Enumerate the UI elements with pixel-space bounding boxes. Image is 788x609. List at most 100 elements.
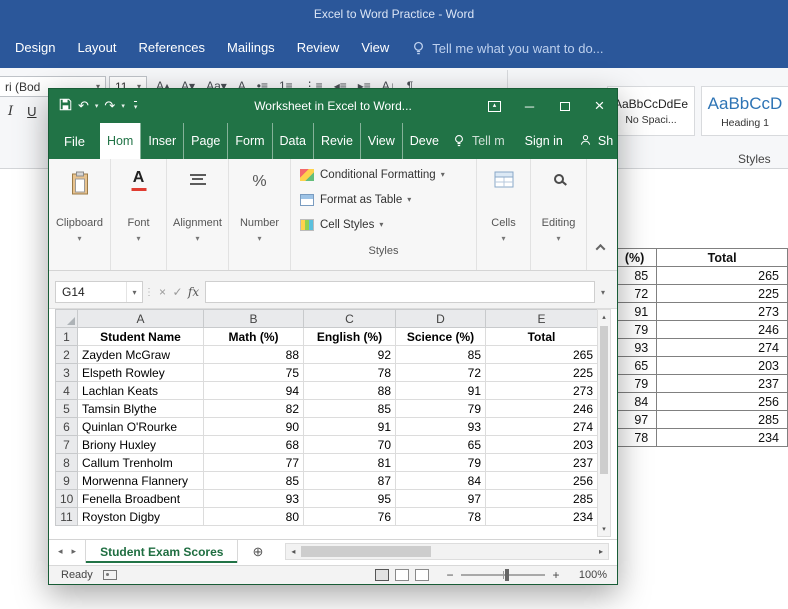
cell-B2[interactable]: 88	[204, 346, 304, 364]
zoom-slider[interactable]	[461, 574, 545, 576]
name-box-caret-icon[interactable]: ▾	[126, 282, 142, 302]
cell-C10[interactable]: 95	[304, 490, 396, 508]
cell-D10[interactable]: 97	[396, 490, 486, 508]
sheet-next-icon[interactable]: ▸	[72, 546, 77, 557]
number-group-icon[interactable]: %	[252, 173, 266, 191]
style-tile-heading-1[interactable]: AaBbCcDHeading 1	[701, 86, 788, 136]
cell-E2[interactable]: 265	[486, 346, 598, 364]
cells-caret-icon[interactable]: ▾	[477, 234, 530, 243]
cell-E6[interactable]: 274	[486, 418, 598, 436]
cell-C5[interactable]: 85	[304, 400, 396, 418]
cell-C1[interactable]: English (%)	[304, 328, 396, 346]
formula-input[interactable]	[205, 281, 595, 303]
number-caret-icon[interactable]: ▾	[229, 234, 290, 243]
excel-cell-styles-button[interactable]: Cell Styles▾	[295, 212, 472, 237]
word-doc-table[interactable]: (%)Total85265722259127379246932746520379…	[612, 248, 788, 447]
column-header-e[interactable]: E	[486, 310, 598, 328]
excel-conditional-formatting-button[interactable]: Conditional Formatting▾	[295, 162, 472, 187]
undo-caret-icon[interactable]: ▾	[95, 102, 99, 110]
underline-button[interactable]: U	[27, 104, 36, 119]
cells-group-icon[interactable]	[494, 171, 514, 193]
name-box[interactable]: G14 ▾	[55, 281, 143, 303]
cell-A2[interactable]: Zayden McGraw	[78, 346, 204, 364]
excel-tell-me[interactable]: Tell m	[472, 134, 505, 148]
sheet-tab-student-exam-scores[interactable]: Student Exam Scores	[85, 540, 238, 563]
cell-E9[interactable]: 256	[486, 472, 598, 490]
undo-icon[interactable]: ↶	[78, 98, 89, 114]
cell-D4[interactable]: 91	[396, 382, 486, 400]
excel-title-bar[interactable]: ↶ ▾ ↷ ▾ ▾ Worksheet in Excel to Word... …	[49, 89, 617, 123]
word-tell-me[interactable]: Tell me what you want to do...	[412, 41, 603, 56]
close-button[interactable]: ×	[582, 89, 617, 123]
cell-A3[interactable]: Elspeth Rowley	[78, 364, 204, 382]
clipboard-caret-icon[interactable]: ▾	[49, 234, 110, 243]
row-header-6[interactable]: 6	[56, 418, 78, 436]
excel-tab-hom[interactable]: Hom	[100, 123, 140, 159]
cell-D7[interactable]: 65	[396, 436, 486, 454]
alignment-group-icon[interactable]	[190, 171, 206, 185]
cell-C6[interactable]: 91	[304, 418, 396, 436]
cell-B5[interactable]: 82	[204, 400, 304, 418]
italic-button[interactable]: I	[8, 104, 13, 119]
view-page-layout-button[interactable]	[395, 569, 409, 581]
view-page-break-button[interactable]	[415, 569, 429, 581]
zoom-level-label[interactable]: 100%	[569, 569, 607, 581]
row-header-1[interactable]: 1	[56, 328, 78, 346]
column-header-b[interactable]: B	[204, 310, 304, 328]
scroll-left-icon[interactable]: ◂	[286, 547, 300, 556]
cell-B3[interactable]: 75	[204, 364, 304, 382]
cell-A9[interactable]: Morwenna Flannery	[78, 472, 204, 490]
cell-E7[interactable]: 203	[486, 436, 598, 454]
scroll-right-icon[interactable]: ▸	[594, 547, 608, 556]
cell-C7[interactable]: 70	[304, 436, 396, 454]
cell-B10[interactable]: 93	[204, 490, 304, 508]
save-icon[interactable]	[59, 98, 72, 114]
cell-E10[interactable]: 285	[486, 490, 598, 508]
customize-qat-icon[interactable]: ▾	[134, 101, 138, 111]
cell-E1[interactable]: Total	[486, 328, 598, 346]
editing-caret-icon[interactable]: ▾	[531, 234, 586, 243]
zoom-slider-thumb[interactable]	[505, 569, 509, 581]
cell-E5[interactable]: 246	[486, 400, 598, 418]
enter-check-icon[interactable]: ✓	[170, 285, 185, 299]
horizontal-scroll-thumb[interactable]	[301, 546, 431, 557]
excel-tab-view[interactable]: View	[360, 123, 402, 159]
cell-D6[interactable]: 93	[396, 418, 486, 436]
column-header-c[interactable]: C	[304, 310, 396, 328]
cell-B1[interactable]: Math (%)	[204, 328, 304, 346]
column-header-a[interactable]: A	[78, 310, 204, 328]
cell-A8[interactable]: Callum Trenholm	[78, 454, 204, 472]
cell-D5[interactable]: 79	[396, 400, 486, 418]
font-group-icon[interactable]: A	[131, 169, 146, 191]
cell-D11[interactable]: 78	[396, 508, 486, 526]
cell-D9[interactable]: 84	[396, 472, 486, 490]
row-header-3[interactable]: 3	[56, 364, 78, 382]
cell-B6[interactable]: 90	[204, 418, 304, 436]
cancel-icon[interactable]: ×	[155, 285, 170, 299]
alignment-caret-icon[interactable]: ▾	[167, 234, 228, 243]
excel-format-as-table-button[interactable]: Format as Table▾	[295, 187, 472, 212]
excel-tab-page[interactable]: Page	[183, 123, 227, 159]
cell-B4[interactable]: 94	[204, 382, 304, 400]
horizontal-scrollbar[interactable]: ◂ ▸	[285, 543, 609, 560]
cell-D1[interactable]: Science (%)	[396, 328, 486, 346]
word-tab-review[interactable]: Review	[286, 28, 351, 68]
cell-A11[interactable]: Royston Digby	[78, 508, 204, 526]
cell-B9[interactable]: 85	[204, 472, 304, 490]
cell-B8[interactable]: 77	[204, 454, 304, 472]
word-tab-references[interactable]: References	[128, 28, 216, 68]
insert-function-icon[interactable]: fx	[185, 285, 202, 299]
vertical-scroll-thumb[interactable]	[600, 326, 608, 474]
cell-D3[interactable]: 72	[396, 364, 486, 382]
style-tile-no-spaci[interactable]: AaBbCcDdEeNo Spaci...	[607, 86, 695, 136]
cell-C11[interactable]: 76	[304, 508, 396, 526]
cell-A5[interactable]: Tamsin Blythe	[78, 400, 204, 418]
row-header-2[interactable]: 2	[56, 346, 78, 364]
cell-E4[interactable]: 273	[486, 382, 598, 400]
collapse-ribbon-button[interactable]	[591, 240, 609, 254]
row-header-4[interactable]: 4	[56, 382, 78, 400]
cell-A7[interactable]: Briony Huxley	[78, 436, 204, 454]
cell-C2[interactable]: 92	[304, 346, 396, 364]
word-tab-view[interactable]: View	[350, 28, 400, 68]
excel-tab-data[interactable]: Data	[272, 123, 313, 159]
